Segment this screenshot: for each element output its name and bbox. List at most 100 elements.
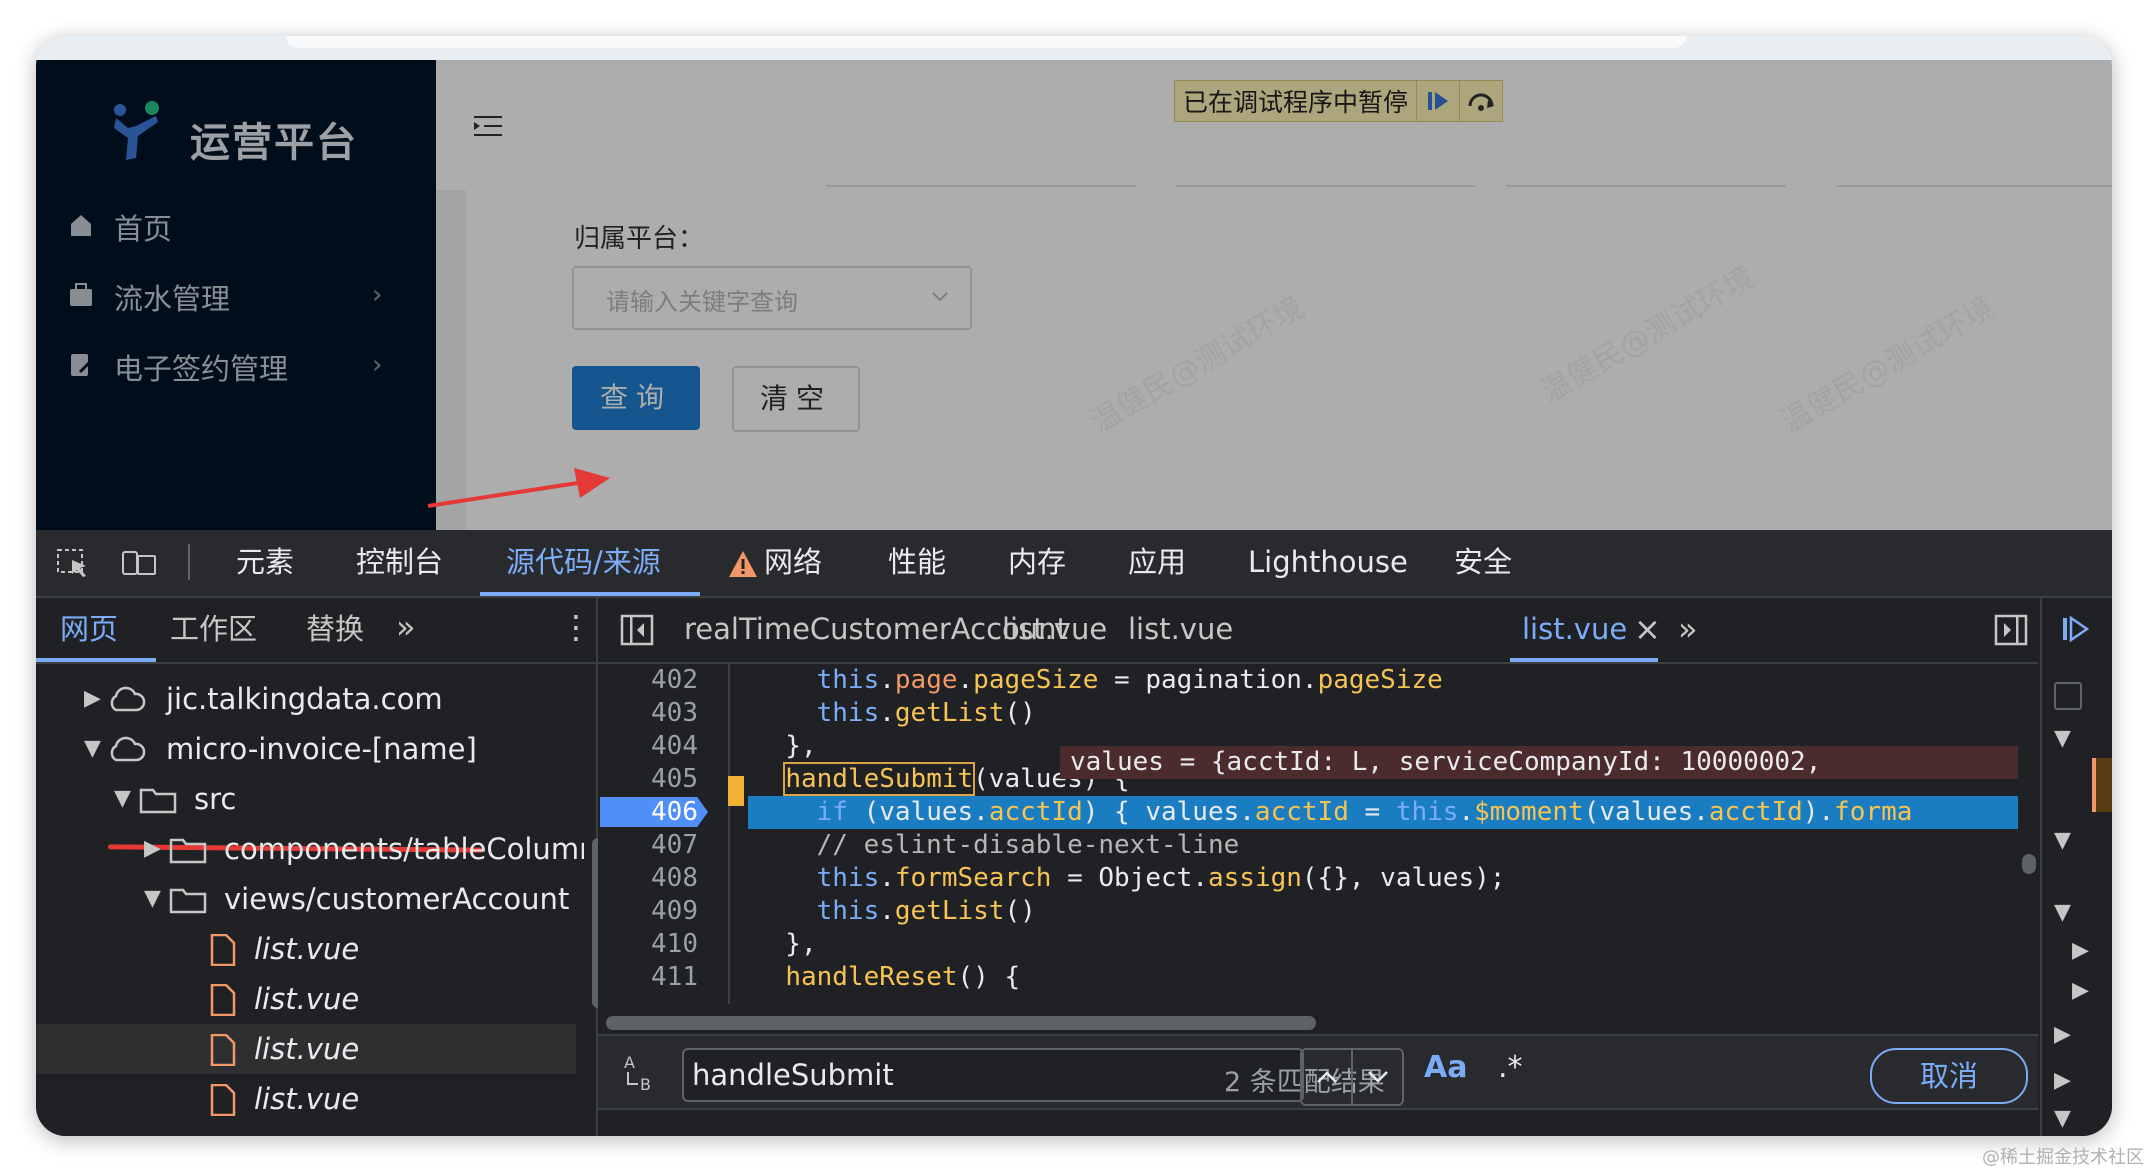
tree-row[interactable]: ▶ components/tableColumnT	[36, 824, 584, 874]
menu-fold-icon[interactable]	[474, 114, 502, 138]
expanded-triangle-icon[interactable]: ▼	[2054, 726, 2071, 751]
code-line-410: },	[754, 929, 817, 959]
chevron-right-icon: ›	[372, 280, 383, 310]
folder-icon	[169, 888, 207, 914]
expanded-triangle-icon[interactable]: ▼	[2054, 828, 2071, 853]
toggle-debugger-icon[interactable]	[1994, 614, 2028, 646]
tab-application[interactable]: 应用	[1128, 530, 1186, 596]
regex-toggle[interactable]: .*	[1498, 1050, 1523, 1085]
nav-tab-overrides[interactable]: 替换	[306, 598, 364, 662]
line-number[interactable]: 405	[598, 763, 698, 796]
collapsed-triangle-icon[interactable]: ▶	[2054, 1022, 2071, 1047]
watermark: 温健民@测试环境	[1085, 289, 1311, 441]
cancel-search-button[interactable]: 取消	[1870, 1048, 2028, 1104]
collapsed-triangle-icon: ▶	[84, 686, 101, 711]
tree-row[interactable]: list.vue	[36, 974, 576, 1024]
line-number[interactable]: 408	[598, 862, 698, 895]
tree-row[interactable]: ▼ views/customerAccount	[36, 874, 576, 924]
chevron-right-icon: ›	[372, 350, 383, 380]
query-button[interactable]: 查询	[572, 366, 700, 430]
editor-tab-active[interactable]: list.vue	[1522, 598, 1627, 662]
svg-text:B: B	[640, 1075, 651, 1094]
watermark: 温健民@测试环境	[1775, 289, 2001, 441]
device-toolbar-icon[interactable]	[122, 548, 156, 578]
app-header: 已在调试程序中暂停	[436, 60, 2112, 190]
next-match-button[interactable]	[1351, 1050, 1402, 1104]
tree-row[interactable]: list.vue	[36, 924, 576, 974]
tree-row-selected[interactable]: list.vue	[36, 1024, 576, 1074]
line-number[interactable]: 403	[598, 697, 698, 730]
tree-item-label: list.vue	[254, 1032, 360, 1066]
cloud-icon	[110, 736, 146, 762]
chevron-up-icon	[1316, 1071, 1337, 1083]
expanded-triangle-icon[interactable]: ▼	[2054, 900, 2071, 925]
line-number[interactable]: 409	[598, 895, 698, 928]
tab-memory[interactable]: 内存	[1008, 530, 1066, 596]
more-tabs-icon[interactable]: »	[396, 608, 416, 646]
match-case-toggle[interactable]: Aa	[1424, 1050, 1467, 1085]
close-tab-icon[interactable]: ×	[1634, 598, 1661, 662]
editor-horizontal-scrollbar[interactable]	[606, 1016, 1316, 1030]
line-number[interactable]: 411	[598, 961, 698, 994]
replace-toggle-icon[interactable]: A B	[618, 1050, 662, 1094]
editor-status-strip	[598, 1108, 2038, 1136]
tab-elements[interactable]: 元素	[236, 530, 294, 596]
folder-icon	[139, 788, 177, 814]
platform-select[interactable]: 请输入关键字查询	[572, 266, 972, 330]
line-number[interactable]: 404	[598, 730, 698, 763]
checkbox[interactable]	[2054, 682, 2082, 710]
site-credit: @稀土掘金技术社区	[1982, 1147, 2144, 1168]
inspect-element-icon[interactable]	[56, 548, 90, 578]
editor-tab[interactable]: list.vue	[1128, 598, 1233, 662]
sources-navigator: 网页 工作区 替换 » ⋮ ▶ jic.talkingdata.com ▼ mi…	[36, 598, 604, 1136]
clear-button[interactable]: 清空	[732, 366, 860, 432]
editor-tab[interactable]: list.vue	[1002, 598, 1107, 662]
expanded-triangle-icon[interactable]: ▼	[2054, 1106, 2071, 1131]
header-divider	[1836, 185, 2112, 187]
tab-sources[interactable]: 源代码/来源	[506, 530, 661, 596]
annotation-arrow	[427, 468, 610, 508]
home-icon	[71, 215, 91, 236]
nav-tab-page[interactable]: 网页	[60, 598, 118, 662]
tab-security[interactable]: 安全	[1454, 530, 1512, 596]
resume-button[interactable]	[1416, 81, 1459, 121]
previous-match-button[interactable]	[1302, 1050, 1351, 1104]
header-divider	[1506, 185, 1786, 187]
nav-active-indicator	[36, 658, 156, 662]
sidebar-item-e-sign[interactable]: 电子签约管理 ›	[36, 330, 436, 400]
tab-network[interactable]: 网络	[764, 530, 822, 596]
app-sidebar: 运营平台 首页 流水管理 › 电子签约管理 ›	[36, 60, 436, 530]
sidebar-item-home[interactable]: 首页	[36, 190, 436, 260]
tree-row[interactable]: ▼ micro-invoice-[name]	[36, 724, 576, 774]
tree-item-label: list.vue	[254, 982, 360, 1016]
code-line-407: // eslint-disable-next-line	[754, 830, 1240, 860]
resume-icon[interactable]	[2060, 614, 2090, 644]
tree-row[interactable]: list.vue	[36, 1074, 576, 1124]
collapsed-triangle-icon[interactable]: ▶	[2072, 978, 2089, 1003]
collapsed-triangle-icon[interactable]: ▶	[2072, 938, 2089, 963]
header-divider	[826, 185, 1136, 187]
search-input[interactable]	[690, 1054, 1164, 1096]
step-over-button[interactable]	[1459, 81, 1502, 121]
nav-tab-workspace[interactable]: 工作区	[170, 598, 257, 662]
sign-document-icon	[71, 354, 94, 376]
kebab-menu-icon[interactable]: ⋮	[560, 608, 592, 646]
line-number[interactable]: 410	[598, 928, 698, 961]
tree-row[interactable]: ▶ jic.talkingdata.com	[36, 674, 576, 724]
editor-vertical-scrollbar[interactable]	[2022, 854, 2036, 874]
toggle-navigator-icon[interactable]	[620, 614, 654, 646]
tree-row[interactable]: ▼ src	[36, 774, 576, 824]
line-number[interactable]: 407	[598, 829, 698, 862]
debugger-paused-banner: 已在调试程序中暂停	[1174, 80, 1504, 122]
code-area[interactable]: 402 403 404 405 406 407 408 409 410 411 …	[598, 664, 2018, 1004]
tab-console[interactable]: 控制台	[356, 530, 443, 596]
code-line-403: this.getList()	[754, 698, 1036, 728]
tab-lighthouse[interactable]: Lighthouse	[1248, 530, 1408, 596]
tab-performance[interactable]: 性能	[888, 530, 946, 596]
sidebar-item-transactions[interactable]: 流水管理 ›	[36, 260, 436, 330]
collapsed-triangle-icon[interactable]: ▶	[2054, 1068, 2071, 1093]
line-number[interactable]: 402	[598, 664, 698, 697]
more-tabs-icon[interactable]: »	[1678, 598, 1698, 662]
breakpoint-line-number[interactable]: 406	[598, 796, 698, 829]
tree-item-label: list.vue	[254, 1082, 360, 1116]
